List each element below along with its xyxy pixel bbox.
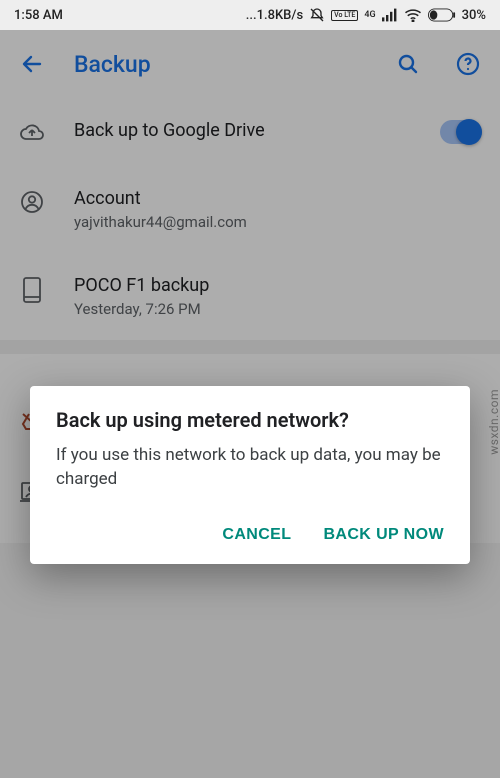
volte-badge: Vo LTE [331, 10, 358, 21]
cancel-button[interactable]: CANCEL [222, 526, 291, 544]
wifi-icon [404, 8, 422, 22]
dialog-title: Back up using metered network? [56, 408, 444, 432]
backup-now-button[interactable]: BACK UP NOW [323, 526, 444, 544]
dialog-actions: CANCEL BACK UP NOW [56, 518, 444, 552]
status-right: ...1.8KB/s Vo LTE 4G 30% [246, 7, 486, 23]
dialog-body: If you use this network to back up data,… [56, 444, 444, 492]
signal-icon [382, 8, 398, 22]
battery-pct: 30% [462, 8, 486, 23]
cell-label: 4G [364, 10, 375, 20]
net-speed: ...1.8KB/s [246, 8, 303, 23]
status-bar: 1:58 AM ...1.8KB/s Vo LTE 4G 30% [0, 0, 500, 30]
battery-icon [428, 8, 456, 22]
metered-network-dialog: Back up using metered network? If you us… [30, 386, 470, 564]
watermark: wsxdn.com [487, 389, 500, 455]
status-time: 1:58 AM [14, 8, 63, 23]
dnd-icon [309, 7, 325, 23]
